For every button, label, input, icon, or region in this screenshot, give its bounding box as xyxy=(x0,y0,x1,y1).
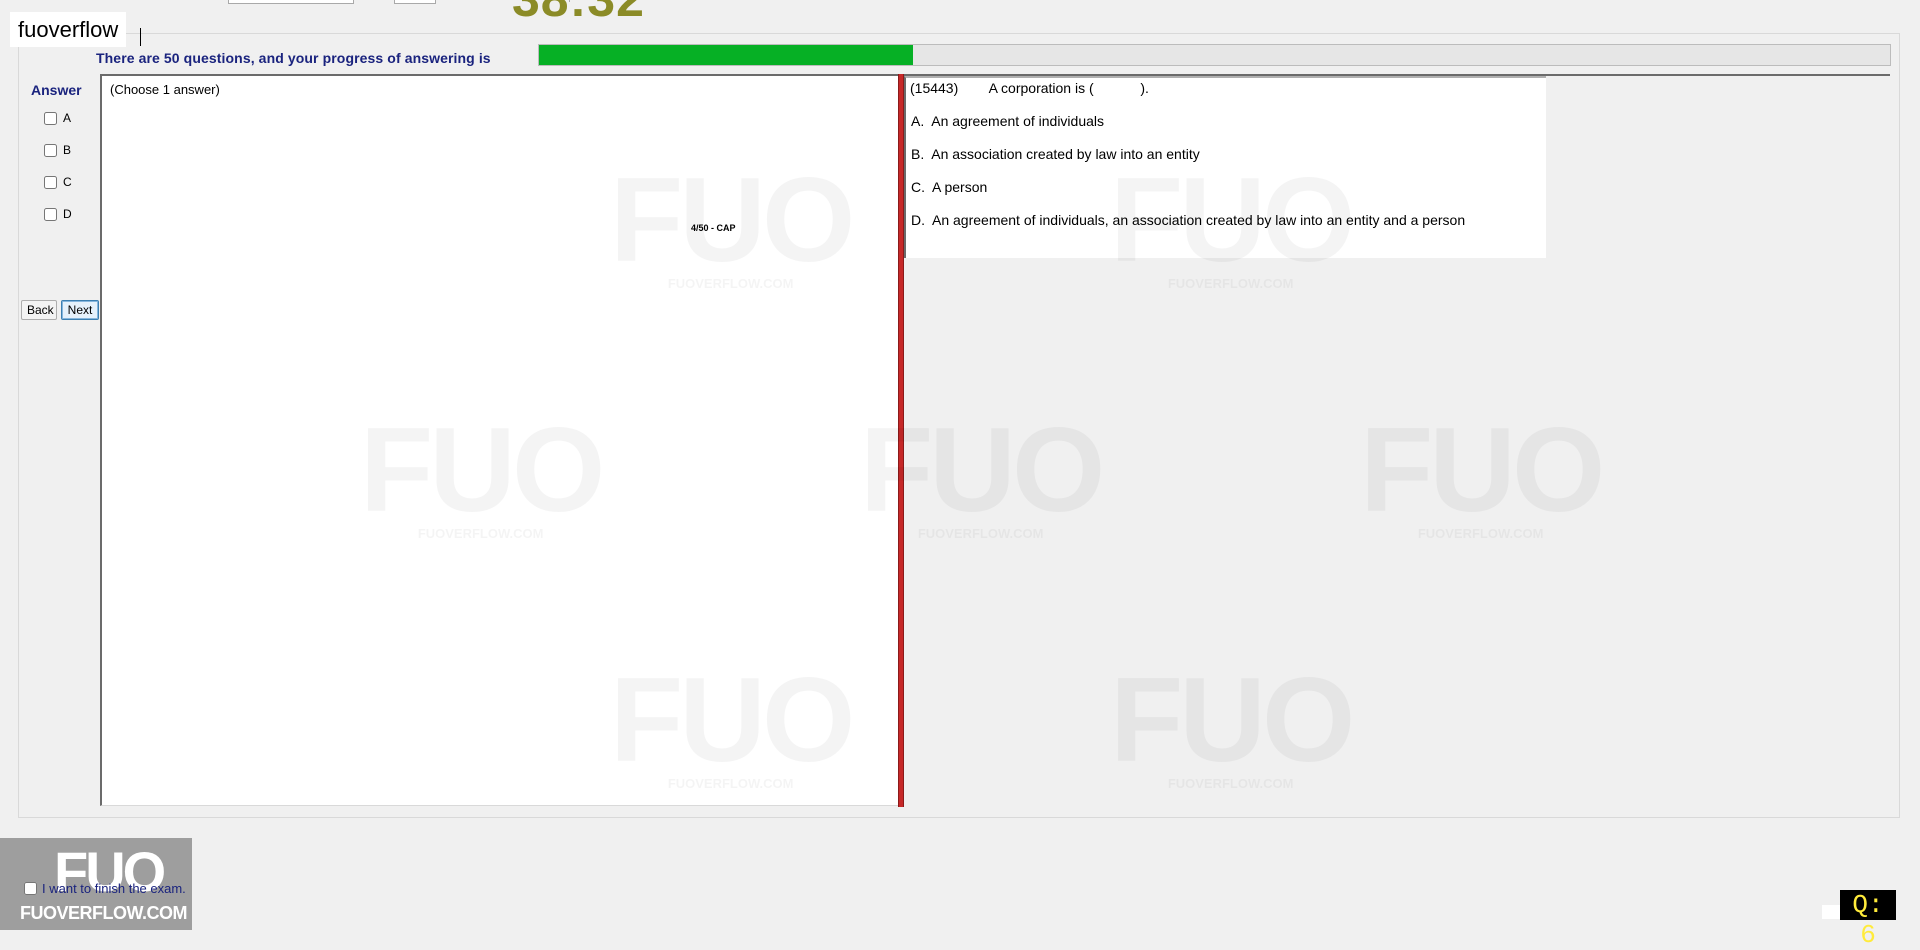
watermark: FUOFUOVERFLOW.COM xyxy=(360,410,605,541)
answer-checkbox-b[interactable] xyxy=(44,143,57,157)
answer-checkbox-a[interactable] xyxy=(44,111,57,125)
answer-option-d[interactable]: D xyxy=(44,207,72,221)
watermark: FUOFUOVERFLOW.COM xyxy=(610,660,855,791)
answer-option-label: D xyxy=(63,207,72,221)
answer-checkbox-c[interactable] xyxy=(44,175,57,189)
back-button[interactable]: Back xyxy=(21,300,57,320)
answer-option-a[interactable]: A xyxy=(44,111,71,125)
watermark: FUOFUOVERFLOW.COM xyxy=(610,160,855,291)
question-text: (15443) A corporation is ( ). xyxy=(910,80,1149,96)
answer-title: Answer xyxy=(31,82,82,98)
answer-checkbox-d[interactable] xyxy=(44,207,57,221)
answer-option-label: B xyxy=(63,143,72,157)
question-option-a: A. An agreement of individuals xyxy=(911,113,1105,129)
watermark: FUOFUOVERFLOW.COM xyxy=(1110,660,1355,791)
progress-bar xyxy=(538,44,1891,66)
progress-text: There are 50 questions, and your progres… xyxy=(96,50,491,66)
watermark: FUOFUOVERFLOW.COM xyxy=(860,410,1105,541)
answer-option-label: A xyxy=(63,111,72,125)
answer-option-c[interactable]: C xyxy=(44,175,72,189)
question-option-c: C. A person xyxy=(911,179,988,195)
finish-exam-checkbox[interactable] xyxy=(24,882,37,895)
finish-exam-label: I want to finish the exam. xyxy=(42,881,186,896)
top-small-box[interactable] xyxy=(394,0,436,4)
answer-option-b[interactable]: B xyxy=(44,143,71,157)
next-button[interactable]: Next xyxy=(61,300,99,320)
text-caret xyxy=(140,28,141,46)
watermark: FUOFUOVERFLOW.COM xyxy=(1360,410,1605,541)
badge-spacer xyxy=(1822,905,1840,919)
question-counter-badge: Q: 6 xyxy=(1840,890,1896,950)
watermark: FUOFUOVERFLOW.COM xyxy=(1110,160,1355,291)
top-input[interactable] xyxy=(228,0,570,4)
logo-site-text: FUOVERFLOW.COM xyxy=(20,903,188,923)
choose-instruction: (Choose 1 answer) xyxy=(110,82,220,97)
exam-timer: 38:32 xyxy=(512,0,645,24)
progress-bar-fill xyxy=(539,45,914,65)
answer-option-label: C xyxy=(63,175,72,189)
app-label: fuoverflow xyxy=(10,12,127,47)
finish-exam-option[interactable]: I want to finish the exam. xyxy=(24,881,186,896)
